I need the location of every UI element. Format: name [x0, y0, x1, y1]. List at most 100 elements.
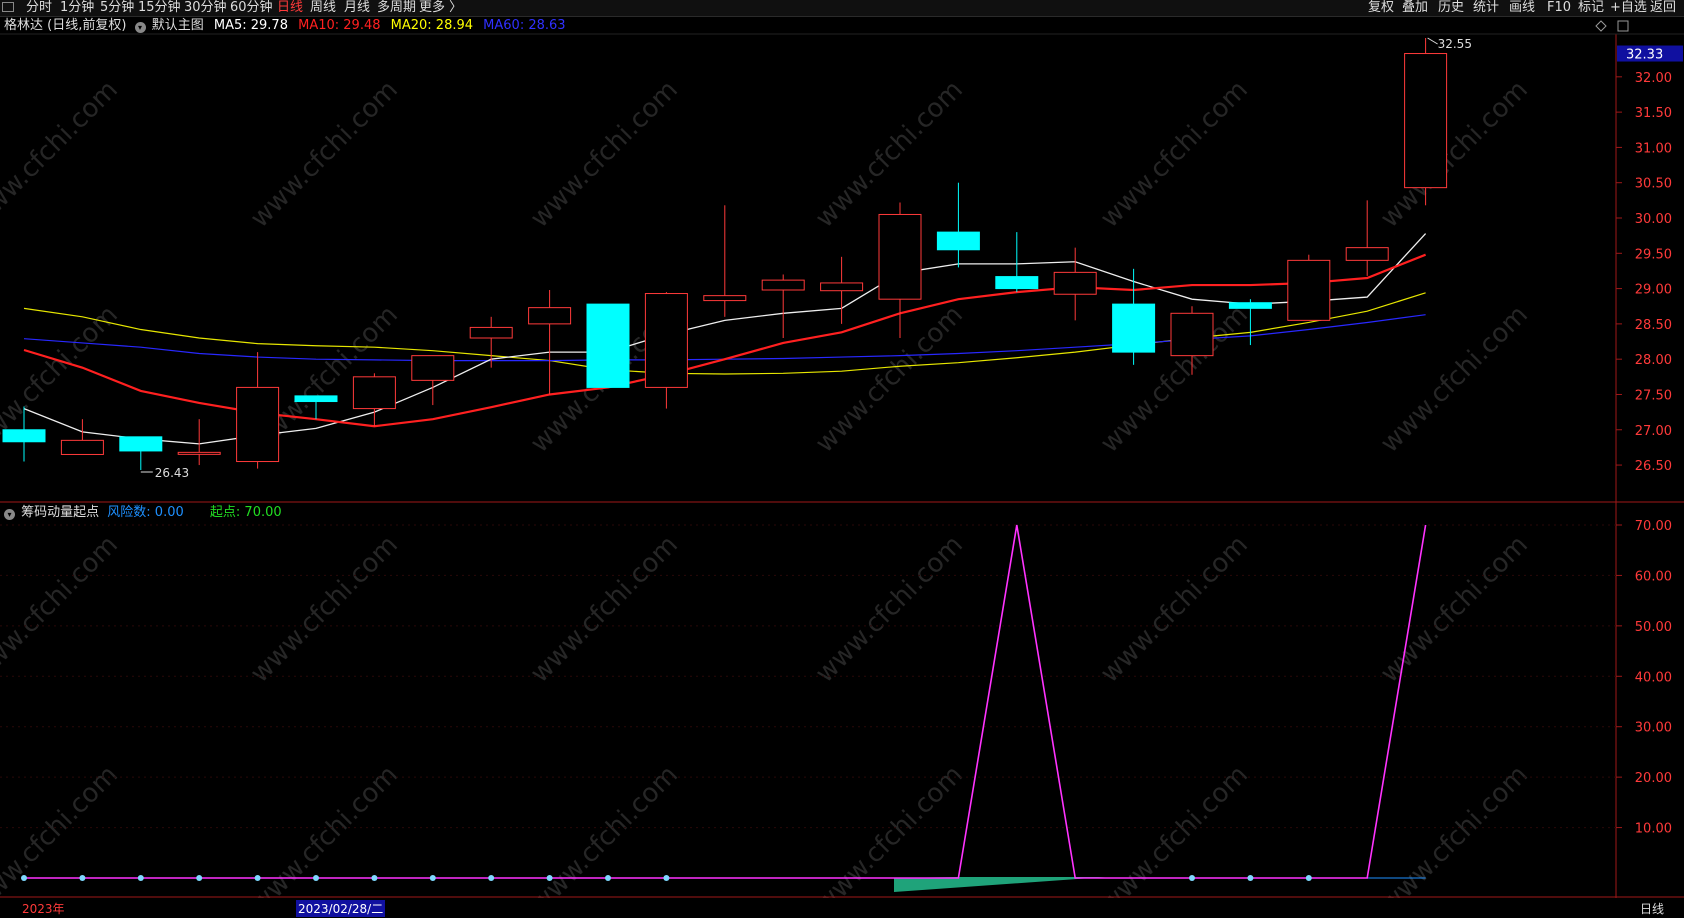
period-tab-10[interactable]: 更多 〉 — [419, 0, 462, 16]
candle-body-0 — [2, 429, 46, 443]
watermark-22: www.cfchi.com — [1095, 760, 1254, 918]
indicator-dropdown-icon[interactable]: ▾ — [4, 509, 15, 520]
diamond-icon — [1595, 20, 1607, 32]
indicator-info: ▾ 筹码动量起点 风险数: 0.00 起点: 70.00 — [0, 504, 282, 521]
indicator-plot — [21, 524, 1427, 892]
risk-value: 风险数: 0.00 — [107, 505, 184, 520]
high-label: 32.55 — [1438, 37, 1472, 51]
low-label: 26.43 — [155, 466, 189, 480]
ma5-line — [23, 233, 1427, 445]
moving-average-lines — [23, 233, 1427, 445]
ma60-value: MA60: 28.63 — [483, 18, 566, 33]
watermark-4: www.cfchi.com — [1095, 75, 1254, 234]
price-tick-1: 31.50 — [1635, 106, 1672, 121]
watermark-0: www.cfchi.com — [0, 75, 124, 234]
candle-body-21 — [1228, 302, 1272, 309]
ind-tick-6: 10.00 — [1635, 822, 1672, 837]
maximize-icon — [1617, 20, 1629, 32]
start-dot-4 — [254, 875, 261, 881]
period-tab-6[interactable]: 日线 — [277, 0, 303, 16]
period-tab-1[interactable]: 1分钟 — [60, 0, 94, 16]
period-tab-5[interactable]: 60分钟 — [230, 0, 273, 16]
candle-body-18 — [1053, 271, 1097, 295]
ind-tick-5: 20.00 — [1635, 771, 1672, 786]
candle-body-10 — [586, 303, 630, 388]
start-dot-11 — [663, 875, 670, 881]
period-tab-2[interactable]: 5分钟 — [100, 0, 134, 16]
green-wedge — [894, 877, 1106, 892]
candle-body-19 — [1112, 303, 1156, 353]
price-tick-0: 32.00 — [1635, 71, 1672, 86]
period-label[interactable]: 日线 — [1640, 900, 1664, 917]
watermark-6: www.cfchi.com — [0, 300, 124, 459]
candle-body-5 — [294, 395, 338, 403]
candle-body-23 — [1345, 247, 1389, 261]
window-icon[interactable] — [2, 2, 14, 12]
candle-body-22 — [1287, 259, 1331, 321]
price-tick-2: 31.00 — [1635, 141, 1672, 156]
period-tab-0[interactable]: 分时 — [26, 0, 52, 16]
axis-labels: 32.00 31.50 31.00 30.50 30.00 29.50 29.00 28.50… — [140, 37, 1683, 837]
candles — [2, 38, 1448, 470]
price-tick-5: 29.50 — [1635, 247, 1672, 262]
template-label[interactable]: 默认主图 — [152, 18, 204, 33]
watermark-18: www.cfchi.com — [0, 760, 124, 918]
start-dot-5 — [313, 875, 319, 881]
toolbar-button-1[interactable]: 叠加 — [1402, 0, 1428, 16]
candle-body-13 — [761, 279, 805, 291]
period-tab-4[interactable]: 30分钟 — [184, 0, 227, 16]
ma10-line — [23, 253, 1427, 428]
watermark-12: www.cfchi.com — [0, 530, 124, 689]
date-axis: 2023年 2023/02/28/二 日线 — [0, 898, 1684, 918]
ind-tick-4: 30.00 — [1635, 721, 1672, 736]
price-tick-3: 30.50 — [1635, 177, 1672, 192]
ma10-value: MA10: 29.48 — [298, 18, 381, 33]
period-tab-8[interactable]: 月线 — [344, 0, 370, 16]
price-tick-4: 30.00 — [1635, 212, 1672, 227]
toolbar-button-5[interactable]: F10 — [1547, 0, 1571, 16]
candle-body-20 — [1170, 312, 1214, 357]
current-price-label: 32.33 — [1626, 48, 1663, 63]
watermark-7: www.cfchi.com — [245, 300, 404, 459]
ind-tick-3: 40.00 — [1635, 670, 1672, 685]
toolbar-button-4[interactable]: 画线 — [1509, 0, 1535, 16]
period-tab-9[interactable]: 多周期 — [377, 0, 416, 16]
period-tab-7[interactable]: 周线 — [310, 0, 336, 16]
ind-tick-2: 50.00 — [1635, 620, 1672, 635]
watermark-3: www.cfchi.com — [810, 75, 969, 234]
price-tick-8: 28.00 — [1635, 353, 1672, 368]
candle-body-3 — [177, 451, 221, 455]
candle-body-6 — [352, 376, 396, 410]
price-tick-9: 27.50 — [1635, 388, 1672, 403]
candle-body-8 — [469, 326, 513, 339]
ma20-value: MA20: 28.94 — [390, 18, 474, 33]
start-dot-3 — [196, 875, 203, 881]
toolbar-button-2[interactable]: 历史 — [1438, 0, 1464, 16]
candle-body-12 — [703, 295, 747, 302]
start-dot-22 — [1305, 875, 1312, 881]
toolbar-button-8[interactable]: 返回 — [1650, 0, 1676, 16]
period-tab-3[interactable]: 15分钟 — [138, 0, 181, 16]
start-dot-8 — [488, 875, 495, 881]
template-dropdown-icon[interactable]: ▾ — [134, 22, 146, 33]
toolbar-button-3[interactable]: 统计 — [1473, 0, 1499, 16]
watermark-14: www.cfchi.com — [525, 530, 684, 689]
watermark-layer: www.cfchi.com www.cfchi.com www.cfchi.com w… — [0, 75, 1534, 918]
watermark-23: www.cfchi.com — [1375, 760, 1534, 918]
price-tick-11: 26.50 — [1635, 459, 1672, 474]
start-dot-10 — [605, 875, 611, 881]
candle-body-1 — [60, 439, 104, 455]
indicator-name[interactable]: 筹码动量起点 — [21, 505, 99, 520]
watermark-16: www.cfchi.com — [1095, 530, 1254, 689]
watermark-9: www.cfchi.com — [810, 300, 969, 459]
watermark-19: www.cfchi.com — [245, 760, 404, 918]
price-tick-6: 29.00 — [1635, 283, 1672, 298]
toolbar-button-7[interactable]: +自选 — [1610, 0, 1647, 16]
toolbar-button-6[interactable]: 标记 — [1578, 0, 1604, 16]
candle-body-17 — [995, 276, 1039, 290]
ma60-line — [23, 314, 1426, 362]
toolbar-button-0[interactable]: 复权 — [1368, 0, 1394, 16]
kline-chart[interactable]: www.cfchi.com www.cfchi.com www.cfchi.com w… — [0, 0, 1684, 918]
start-dot-6 — [371, 875, 378, 881]
candle-body-9 — [528, 307, 572, 325]
